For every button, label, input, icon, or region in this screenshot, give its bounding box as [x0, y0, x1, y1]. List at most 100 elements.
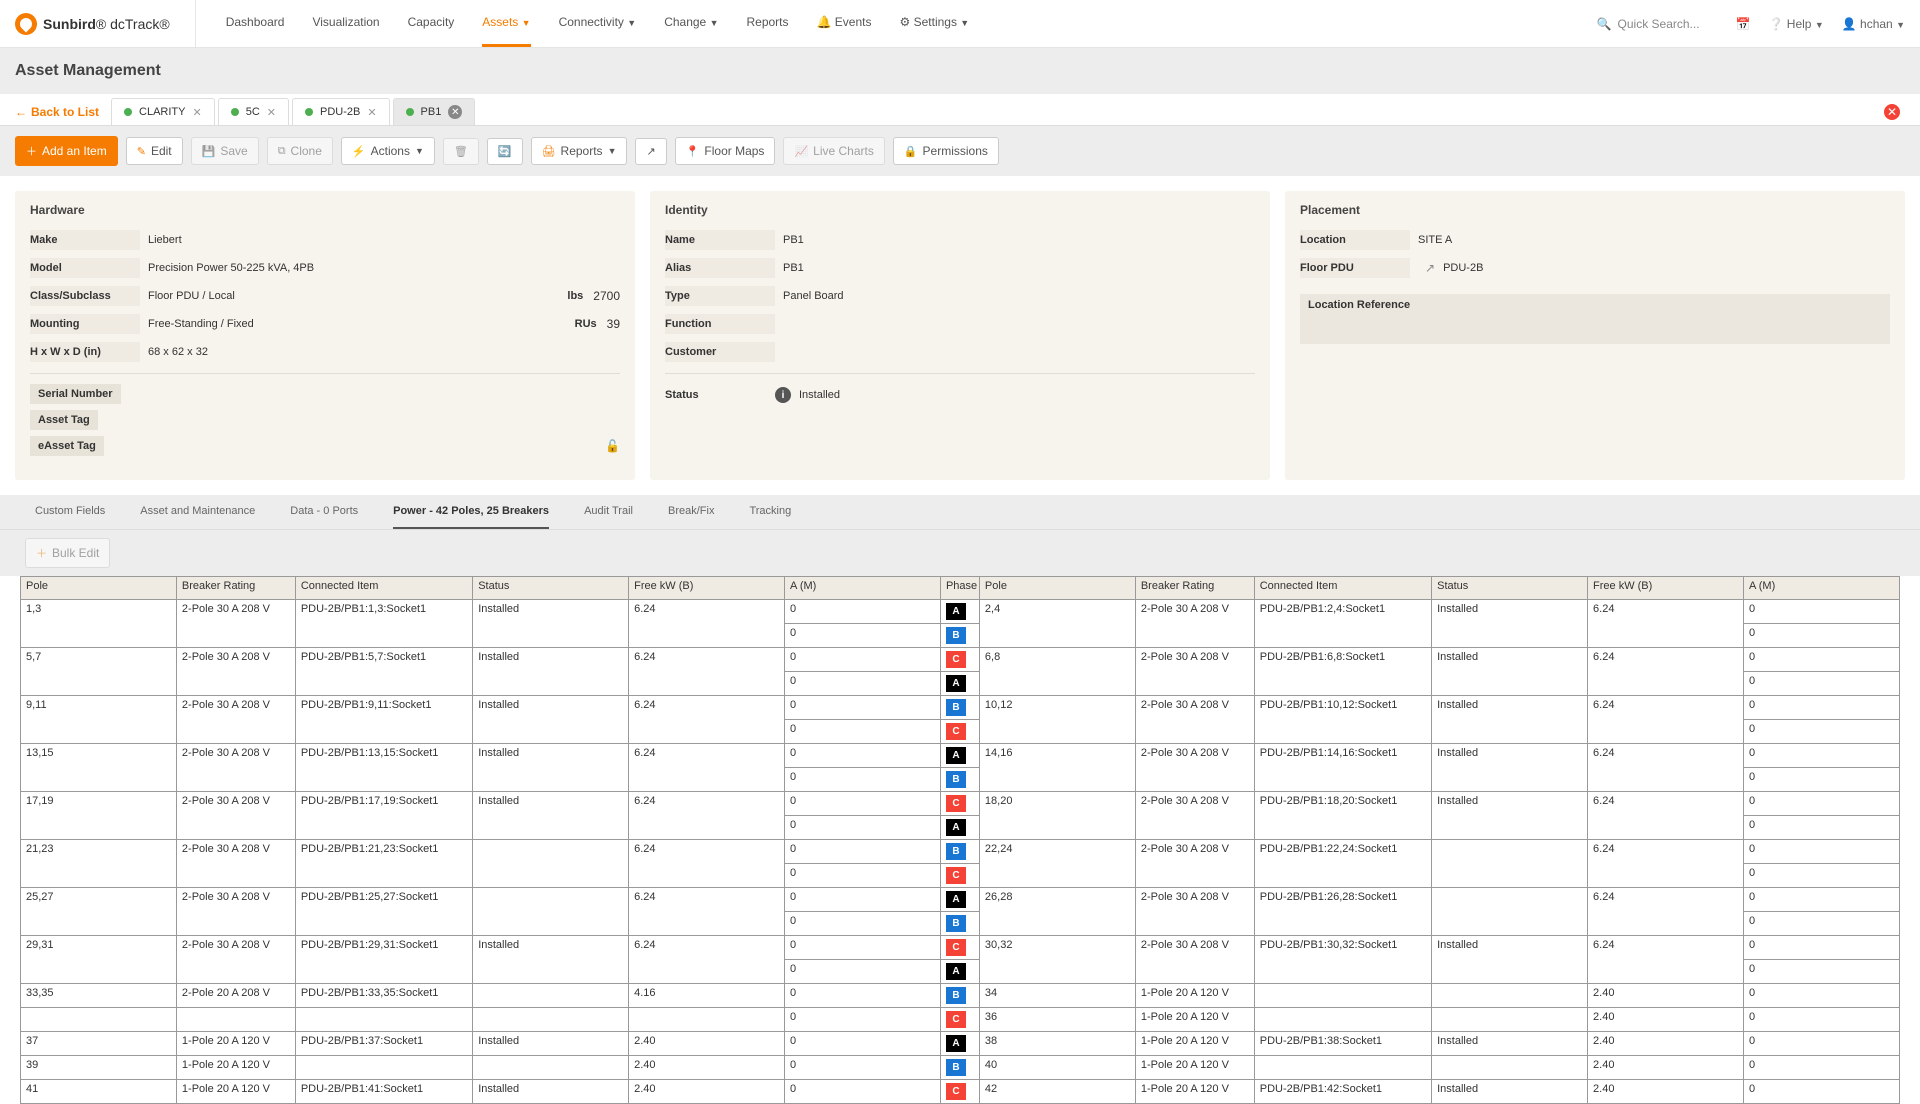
- clone-button: ⧉Clone: [267, 137, 333, 165]
- table-row[interactable]: 25,272-Pole 30 A 208 VPDU-2B/PB1:25,27:S…: [21, 888, 1900, 912]
- sunbird-icon: [15, 13, 37, 35]
- close-all-button[interactable]: ✕: [1884, 104, 1900, 120]
- user-menu[interactable]: 👤 hchan ▼: [1842, 17, 1905, 31]
- sub-tab-3[interactable]: Power - 42 Poles, 25 Breakers: [393, 495, 549, 529]
- calendar-icon[interactable]: 📅: [1736, 17, 1751, 31]
- phase-chip: B: [946, 915, 966, 932]
- table-row[interactable]: 13,152-Pole 30 A 208 VPDU-2B/PB1:13,15:S…: [21, 744, 1900, 768]
- share-button[interactable]: ↗: [635, 138, 666, 165]
- alias-label: Alias: [665, 258, 775, 278]
- name-label: Name: [665, 230, 775, 250]
- back-to-list[interactable]: ←Back to List: [15, 105, 99, 119]
- save-icon: 💾: [202, 145, 216, 158]
- col-header[interactable]: A (M): [1743, 577, 1899, 600]
- logo[interactable]: Sunbird® dcTrack®: [15, 13, 170, 35]
- sub-tab-2[interactable]: Data - 0 Ports: [290, 495, 358, 529]
- close-icon[interactable]: ✕: [448, 105, 462, 119]
- phase-chip: C: [946, 723, 966, 740]
- close-icon[interactable]: ✕: [267, 106, 276, 119]
- floor-maps-button[interactable]: 📍Floor Maps: [675, 137, 776, 165]
- table-row[interactable]: 17,192-Pole 30 A 208 VPDU-2B/PB1:17,19:S…: [21, 792, 1900, 816]
- edit-icon: ✎: [137, 145, 146, 158]
- table-row[interactable]: 1,32-Pole 30 A 208 VPDU-2B/PB1:1,3:Socke…: [21, 600, 1900, 624]
- phase-chip: A: [946, 963, 966, 980]
- close-icon[interactable]: ✕: [367, 106, 376, 119]
- unlock-icon[interactable]: 🔓: [605, 439, 620, 453]
- clone-icon: ⧉: [278, 145, 286, 158]
- col-header[interactable]: Pole: [979, 577, 1135, 600]
- nav-right: 🔍Quick Search... 📅 ❔ Help ▼ 👤 hchan ▼: [1588, 11, 1905, 37]
- close-icon[interactable]: ✕: [192, 106, 201, 119]
- file-tab-CLARITY[interactable]: CLARITY✕: [111, 98, 215, 125]
- col-header[interactable]: A (M): [785, 577, 941, 600]
- page-header: Asset Management: [0, 48, 1920, 94]
- type-value: Panel Board: [775, 290, 844, 302]
- status-label: Status: [665, 385, 775, 405]
- phase-chip: C: [946, 1083, 966, 1100]
- table-row[interactable]: 0C361-Pole 20 A 120 V2.400: [21, 1008, 1900, 1032]
- table-row[interactable]: 21,232-Pole 30 A 208 VPDU-2B/PB1:21,23:S…: [21, 840, 1900, 864]
- nav-change[interactable]: Change ▼: [664, 0, 718, 47]
- file-tab-PB1[interactable]: PB1✕: [393, 98, 476, 125]
- col-header[interactable]: Free kW (B): [629, 577, 785, 600]
- col-header[interactable]: Status: [1432, 577, 1588, 600]
- bulk-edit-button: ＋Bulk Edit: [25, 538, 110, 568]
- table-row[interactable]: 9,112-Pole 30 A 208 VPDU-2B/PB1:9,11:Soc…: [21, 696, 1900, 720]
- link-out-icon[interactable]: ↗: [1425, 261, 1435, 275]
- nav-assets[interactable]: Assets ▼: [482, 0, 530, 47]
- location-reference-box: Location Reference: [1300, 294, 1890, 344]
- refresh-button[interactable]: 🔄: [487, 138, 523, 165]
- col-header[interactable]: Phase: [940, 577, 979, 600]
- phase-chip: C: [946, 867, 966, 884]
- table-row[interactable]: 5,72-Pole 30 A 208 VPDU-2B/PB1:5,7:Socke…: [21, 648, 1900, 672]
- nav-events[interactable]: 🔔 Events: [817, 0, 872, 47]
- nav-visualization[interactable]: Visualization: [312, 0, 379, 47]
- actions-menu[interactable]: ⚡Actions ▼: [341, 137, 435, 165]
- alias-value: PB1: [775, 262, 804, 274]
- col-header[interactable]: Free kW (B): [1588, 577, 1744, 600]
- reports-menu[interactable]: 🖨Reports ▼: [531, 137, 628, 165]
- tab-label: PDU-2B: [320, 106, 360, 118]
- table-row[interactable]: 33,352-Pole 20 A 208 VPDU-2B/PB1:33,35:S…: [21, 984, 1900, 1008]
- detail-cards: Hardware MakeLiebert ModelPrecision Powe…: [0, 176, 1920, 495]
- file-tab-PDU-2B[interactable]: PDU-2B ✕: [292, 98, 390, 125]
- info-icon[interactable]: i: [775, 387, 791, 403]
- refresh-icon: 🔄: [498, 145, 512, 158]
- file-tab-5C[interactable]: 5C✕: [218, 98, 289, 125]
- col-header[interactable]: Connected Item: [1254, 577, 1431, 600]
- nav-settings[interactable]: ⚙ Settings ▼: [900, 0, 970, 47]
- table-row[interactable]: 371-Pole 20 A 120 VPDU-2B/PB1:37:Socket1…: [21, 1032, 1900, 1056]
- class-value: Floor PDU / Local: [140, 290, 235, 302]
- sub-tab-0[interactable]: Custom Fields: [35, 495, 105, 529]
- col-header[interactable]: Pole: [21, 577, 177, 600]
- bulk-bar: ＋Bulk Edit: [0, 530, 1920, 576]
- mounting-label: Mounting: [30, 314, 140, 334]
- table-row[interactable]: 391-Pole 20 A 120 V2.400B401-Pole 20 A 1…: [21, 1056, 1900, 1080]
- nav-capacity[interactable]: Capacity: [408, 0, 455, 47]
- dimensions-value: 68 x 62 x 32: [140, 346, 208, 358]
- identity-title: Identity: [665, 203, 1255, 217]
- nav-dashboard[interactable]: Dashboard: [226, 0, 285, 47]
- nav-connectivity[interactable]: Connectivity ▼: [559, 0, 637, 47]
- nav-reports[interactable]: Reports: [746, 0, 788, 47]
- col-header[interactable]: Breaker Rating: [1135, 577, 1254, 600]
- sub-tab-6[interactable]: Tracking: [749, 495, 791, 529]
- location-label: Location: [1300, 230, 1410, 250]
- sub-tab-4[interactable]: Audit Trail: [584, 495, 633, 529]
- help-menu[interactable]: ❔ Help ▼: [1769, 17, 1824, 31]
- phase-chip: C: [946, 795, 966, 812]
- col-header[interactable]: Status: [473, 577, 629, 600]
- sub-tab-5[interactable]: Break/Fix: [668, 495, 714, 529]
- phase-chip: B: [946, 1059, 966, 1076]
- col-header[interactable]: Breaker Rating: [176, 577, 295, 600]
- edit-button[interactable]: ✎Edit: [126, 137, 183, 165]
- sub-tab-1[interactable]: Asset and Maintenance: [140, 495, 255, 529]
- phase-chip: B: [946, 771, 966, 788]
- phase-chip: B: [946, 843, 966, 860]
- col-header[interactable]: Connected Item: [295, 577, 472, 600]
- quick-search[interactable]: 🔍Quick Search...: [1588, 11, 1718, 37]
- add-item-button[interactable]: ＋Add an Item: [15, 136, 118, 166]
- permissions-button[interactable]: 🔒Permissions: [893, 137, 999, 165]
- table-row[interactable]: 411-Pole 20 A 120 VPDU-2B/PB1:41:Socket1…: [21, 1080, 1900, 1104]
- table-row[interactable]: 29,312-Pole 30 A 208 VPDU-2B/PB1:29,31:S…: [21, 936, 1900, 960]
